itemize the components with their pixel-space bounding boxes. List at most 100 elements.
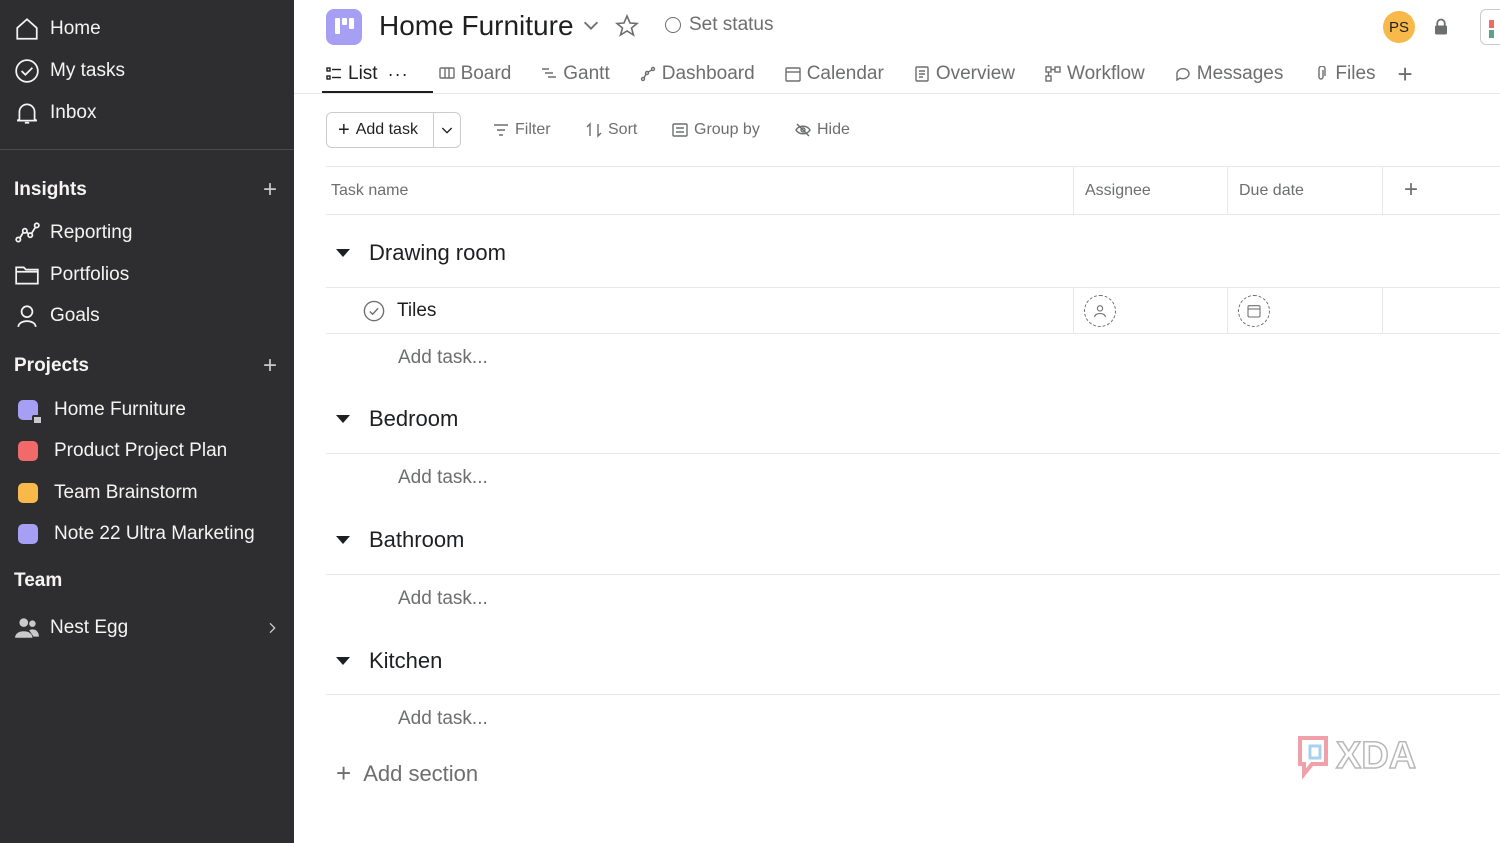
add-task-inline[interactable]: Add task...: [398, 347, 488, 369]
sidebar-item-home[interactable]: Home: [14, 12, 101, 46]
section-title: Bedroom: [369, 406, 459, 431]
tab-workflow[interactable]: Workflow: [1045, 56, 1145, 92]
collapse-triangle-icon[interactable]: [336, 536, 350, 544]
sidebar-item-reporting[interactable]: Reporting: [14, 216, 132, 250]
filter-button[interactable]: Filter: [493, 112, 551, 148]
sidebar-item-nest-egg[interactable]: Nest Egg: [14, 611, 280, 645]
filter-label: Filter: [515, 121, 551, 138]
check-circle-icon[interactable]: [363, 300, 385, 322]
set-status-button[interactable]: Set status: [665, 14, 774, 36]
sidebar-divider: [0, 149, 294, 150]
add-insight-button[interactable]: +: [260, 176, 280, 204]
sort-icon: [586, 122, 602, 138]
section-header-bedroom[interactable]: Bedroom: [334, 406, 458, 432]
add-task-inline[interactable]: Add task...: [398, 588, 488, 610]
collapse-triangle-icon[interactable]: [336, 415, 350, 423]
avatar[interactable]: PS: [1383, 11, 1415, 43]
plus-icon: +: [336, 758, 352, 788]
sidebar-item-my-tasks[interactable]: My tasks: [14, 54, 125, 88]
section-header-drawing-room[interactable]: Drawing room: [334, 240, 506, 266]
column-assignee[interactable]: Assignee: [1085, 182, 1151, 200]
folder-icon: [15, 266, 39, 285]
board-icon: [438, 67, 455, 79]
reporting-icon: [15, 222, 40, 243]
dashboard-icon: [640, 66, 655, 82]
add-project-button[interactable]: +: [260, 352, 280, 380]
column-divider: [1382, 288, 1383, 334]
home-icon: [16, 18, 38, 40]
project-header: Home Furniture Set status PS List ··· Bo…: [294, 0, 1500, 94]
tab-board[interactable]: Board: [438, 56, 512, 92]
tab-list[interactable]: List ···: [322, 56, 433, 93]
sidebar-item-label: Goals: [50, 305, 100, 326]
sidebar-item-label: Product Project Plan: [54, 440, 228, 461]
team-header: Team: [14, 570, 280, 592]
sidebar-item-goals[interactable]: Goals: [14, 299, 100, 333]
status-circle-icon: [665, 17, 681, 33]
more-options-icon[interactable]: ···: [388, 64, 409, 85]
section-divider: [326, 694, 1500, 695]
sidebar-item-portfolios[interactable]: Portfolios: [14, 258, 129, 292]
people-icon: [15, 618, 39, 638]
calendar-icon: [785, 67, 801, 82]
sidebar-item-label: Portfolios: [50, 264, 130, 285]
section-header-kitchen[interactable]: Kitchen: [334, 648, 442, 674]
sidebar-item-label: Team Brainstorm: [54, 482, 198, 503]
column-divider: [1227, 167, 1228, 215]
sidebar-project-team-brainstorm[interactable]: Team Brainstorm: [14, 476, 198, 510]
sidebar-item-label: Reporting: [50, 222, 133, 243]
star-icon[interactable]: [614, 13, 640, 43]
section-header-bathroom[interactable]: Bathroom: [334, 527, 464, 553]
chevron-down-icon: [441, 127, 453, 134]
add-task-button-group: + Add task: [326, 112, 461, 148]
sidebar-item-inbox[interactable]: Inbox: [14, 96, 96, 130]
tab-files[interactable]: Files: [1313, 56, 1376, 92]
task-name[interactable]: Tiles: [397, 300, 436, 322]
project-color-swatch: [18, 524, 38, 544]
lock-icon[interactable]: [1432, 18, 1450, 41]
add-task-button[interactable]: + Add task: [327, 113, 434, 147]
tab-label: Overview: [935, 63, 1015, 84]
projects-title: Projects: [14, 355, 89, 376]
person-icon: [1094, 305, 1106, 318]
project-color-swatch: [18, 483, 38, 503]
share-button[interactable]: [1480, 9, 1500, 45]
tab-label: Board: [460, 63, 512, 84]
sidebar-project-home-furniture[interactable]: Home Furniture: [14, 393, 186, 427]
collapse-triangle-icon[interactable]: [336, 249, 350, 257]
tab-label: Files: [1335, 63, 1376, 84]
chevron-right-icon[interactable]: [264, 611, 280, 645]
due-date-placeholder[interactable]: [1238, 295, 1270, 327]
tab-dashboard[interactable]: Dashboard: [640, 56, 755, 92]
column-due-date[interactable]: Due date: [1239, 182, 1304, 200]
collapse-triangle-icon[interactable]: [336, 657, 350, 665]
add-task-inline[interactable]: Add task...: [398, 467, 488, 489]
tab-calendar[interactable]: Calendar: [785, 56, 884, 92]
private-lock-icon: [32, 415, 43, 425]
add-task-inline[interactable]: Add task...: [398, 708, 488, 730]
team-title: Team: [14, 570, 63, 591]
add-section-button[interactable]: + Add section: [336, 758, 478, 789]
hide-button[interactable]: Hide: [795, 112, 850, 148]
add-column-button[interactable]: +: [1404, 176, 1418, 204]
column-task-name[interactable]: Task name: [331, 182, 408, 200]
sidebar-project-note22[interactable]: Note 22 Ultra Marketing: [14, 517, 255, 551]
tab-messages[interactable]: Messages: [1175, 56, 1283, 92]
sort-button[interactable]: Sort: [586, 112, 637, 148]
sidebar: Home My tasks Inbox Insights + Reporting…: [0, 0, 294, 843]
add-tab-button[interactable]: +: [1398, 59, 1413, 90]
tab-gantt[interactable]: Gantt: [541, 56, 610, 92]
table-row[interactable]: Tiles: [326, 287, 1500, 334]
tab-overview[interactable]: Overview: [914, 56, 1015, 92]
sidebar-project-product-plan[interactable]: Product Project Plan: [14, 434, 227, 468]
svg-text:XDA: XDA: [1336, 735, 1416, 777]
chevron-down-icon[interactable]: [580, 14, 602, 41]
bell-icon: [16, 103, 38, 124]
add-task-dropdown[interactable]: [434, 122, 460, 138]
overview-icon: [915, 66, 929, 82]
column-divider: [1073, 288, 1074, 334]
assignee-placeholder[interactable]: [1084, 295, 1116, 327]
group-by-button[interactable]: Group by: [672, 112, 760, 148]
filter-icon: [494, 124, 508, 136]
paperclip-icon: [1318, 66, 1327, 80]
